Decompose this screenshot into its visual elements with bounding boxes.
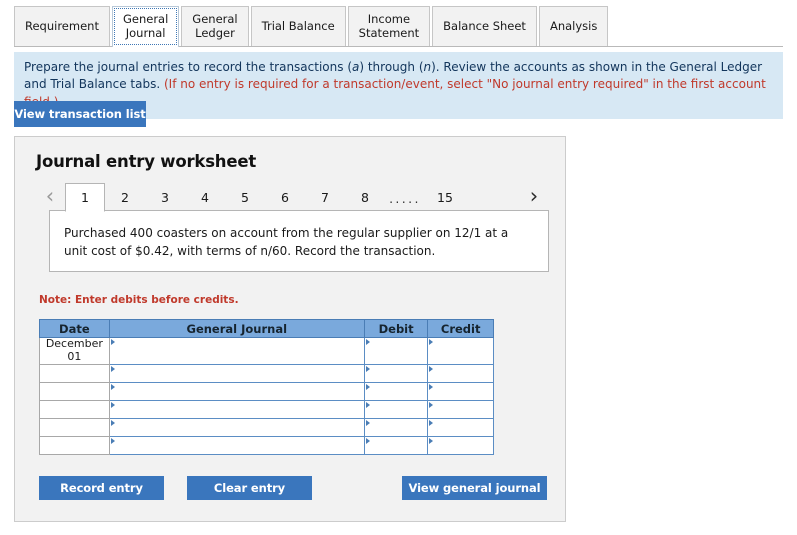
column-header-date: Date	[39, 319, 110, 338]
account-input[interactable]	[108, 436, 365, 455]
account-input[interactable]	[108, 337, 365, 365]
view-transaction-list-button[interactable]: View transaction list	[14, 101, 146, 127]
banner-text-part2: ) through (	[359, 60, 424, 74]
banner-text-part1: Prepare the journal entries to record th…	[24, 60, 352, 74]
tab-requirement[interactable]: Requirement	[14, 6, 110, 46]
debits-before-credits-note: Note: Enter debits before credits.	[39, 294, 239, 306]
table-row	[39, 418, 494, 437]
debit-input[interactable]	[363, 436, 429, 455]
tab-trial-balance[interactable]: Trial Balance	[250, 6, 346, 46]
credit-input[interactable]	[427, 364, 494, 383]
credit-input[interactable]	[427, 400, 494, 419]
worksheet-pager: ‹ 1 2 3 4 5 6 7 8 ..... 15 ›	[35, 182, 549, 212]
column-header-general-journal: General Journal	[108, 319, 365, 338]
date-cell: December 01	[39, 337, 110, 365]
debit-input[interactable]	[363, 337, 429, 365]
journal-entry-table: Date General Journal Debit Credit Decemb…	[39, 319, 494, 455]
banner-italic-n: n	[423, 60, 432, 74]
view-general-journal-button[interactable]: View general journal	[402, 476, 547, 500]
tab-analysis[interactable]: Analysis	[538, 6, 609, 46]
credit-input[interactable]	[427, 337, 494, 365]
pager-page-3[interactable]: 3	[145, 183, 185, 211]
table-header-row: Date General Journal Debit Credit	[39, 319, 494, 338]
table-row	[39, 364, 494, 383]
account-input[interactable]	[108, 364, 365, 383]
tab-general-ledger[interactable]: General Ledger	[181, 6, 249, 46]
table-row	[39, 436, 494, 455]
pager-page-1[interactable]: 1	[65, 183, 105, 212]
pager-page-6[interactable]: 6	[265, 183, 305, 211]
table-row	[39, 400, 494, 419]
column-header-credit: Credit	[427, 319, 494, 338]
debit-input[interactable]	[363, 418, 429, 437]
pager-page-8[interactable]: 8	[345, 183, 385, 211]
transaction-description: Purchased 400 coasters on account from t…	[49, 210, 549, 272]
chevron-right-icon[interactable]: ›	[519, 182, 549, 211]
credit-input[interactable]	[427, 436, 494, 455]
tab-balance-sheet[interactable]: Balance Sheet	[432, 6, 537, 46]
record-entry-button[interactable]: Record entry	[39, 476, 164, 500]
pager-page-15[interactable]: 15	[425, 183, 465, 211]
pager-page-2[interactable]: 2	[105, 183, 145, 211]
pager-page-5[interactable]: 5	[225, 183, 265, 211]
chevron-left-icon[interactable]: ‹	[35, 182, 65, 211]
credit-input[interactable]	[427, 418, 494, 437]
date-cell	[39, 400, 110, 419]
tab-income-statement[interactable]: Income Statement	[347, 6, 431, 46]
pager-page-4[interactable]: 4	[185, 183, 225, 211]
pager-ellipsis: .....	[389, 191, 421, 206]
column-header-debit: Debit	[363, 319, 429, 338]
clear-entry-button[interactable]: Clear entry	[187, 476, 312, 500]
journal-entry-worksheet-card: Journal entry worksheet ‹ 1 2 3 4 5 6 7 …	[14, 136, 566, 522]
account-input[interactable]	[108, 400, 365, 419]
worksheet-title: Journal entry worksheet	[36, 152, 257, 171]
account-input[interactable]	[108, 418, 365, 437]
date-cell	[39, 364, 110, 383]
credit-input[interactable]	[427, 382, 494, 401]
table-row	[39, 382, 494, 401]
date-cell	[39, 418, 110, 437]
debit-input[interactable]	[363, 364, 429, 383]
pager-page-7[interactable]: 7	[305, 183, 345, 211]
date-cell	[39, 382, 110, 401]
date-cell	[39, 436, 110, 455]
debit-input[interactable]	[363, 400, 429, 419]
account-input[interactable]	[108, 382, 365, 401]
table-row: December 01	[39, 337, 494, 365]
debit-input[interactable]	[363, 382, 429, 401]
tab-general-journal[interactable]: General Journal	[111, 6, 180, 47]
tab-strip: Requirement General Journal General Ledg…	[14, 5, 783, 47]
